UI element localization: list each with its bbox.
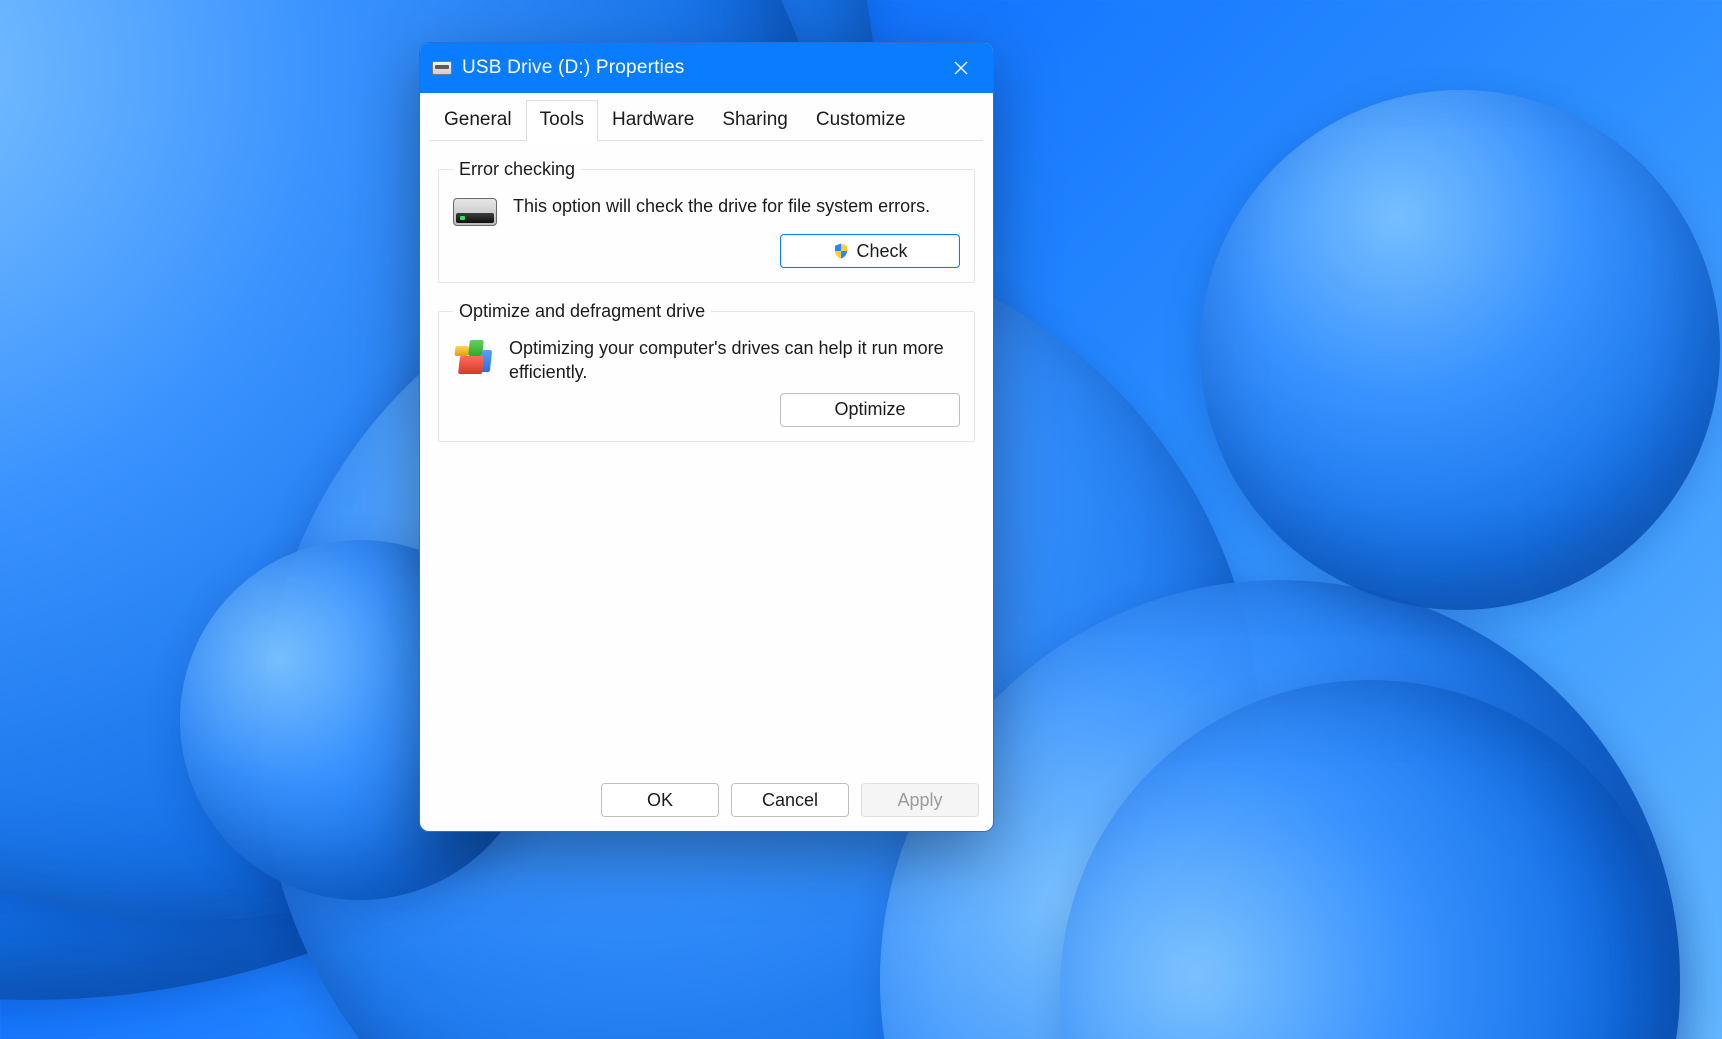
error-checking-description: This option will check the drive for fil… (513, 194, 960, 218)
uac-shield-icon (832, 242, 850, 260)
close-icon (953, 60, 969, 76)
drive-icon (432, 61, 452, 75)
optimize-legend: Optimize and defragment drive (453, 301, 711, 322)
tabs-region: General Tools Hardware Sharing Customize (420, 93, 993, 141)
tab-customize[interactable]: Customize (802, 100, 920, 142)
cancel-button[interactable]: Cancel (731, 783, 849, 817)
defragment-icon (453, 338, 493, 378)
tab-hardware[interactable]: Hardware (598, 100, 708, 142)
tab-tools[interactable]: Tools (526, 100, 598, 142)
close-button[interactable] (929, 43, 993, 93)
optimize-button[interactable]: Optimize (780, 393, 960, 427)
error-checking-legend: Error checking (453, 159, 581, 180)
check-button-label: Check (856, 241, 907, 262)
optimize-group: Optimize and defragment drive Optimizing… (438, 301, 975, 442)
ok-button[interactable]: OK (601, 783, 719, 817)
tab-sharing[interactable]: Sharing (708, 100, 802, 142)
properties-dialog: USB Drive (D:) Properties General Tools … (419, 42, 994, 832)
dialog-footer: OK Cancel Apply (420, 773, 993, 831)
titlebar[interactable]: USB Drive (D:) Properties (420, 43, 993, 93)
optimize-button-label: Optimize (834, 399, 905, 420)
window-title: USB Drive (D:) Properties (462, 57, 685, 79)
apply-button: Apply (861, 783, 979, 817)
hard-drive-icon (453, 198, 497, 226)
tab-content: Error checking This option will check th… (420, 141, 993, 773)
check-button[interactable]: Check (780, 234, 960, 268)
optimize-description: Optimizing your computer's drives can he… (509, 336, 960, 385)
tab-general[interactable]: General (430, 100, 526, 142)
error-checking-group: Error checking This option will check th… (438, 159, 975, 283)
